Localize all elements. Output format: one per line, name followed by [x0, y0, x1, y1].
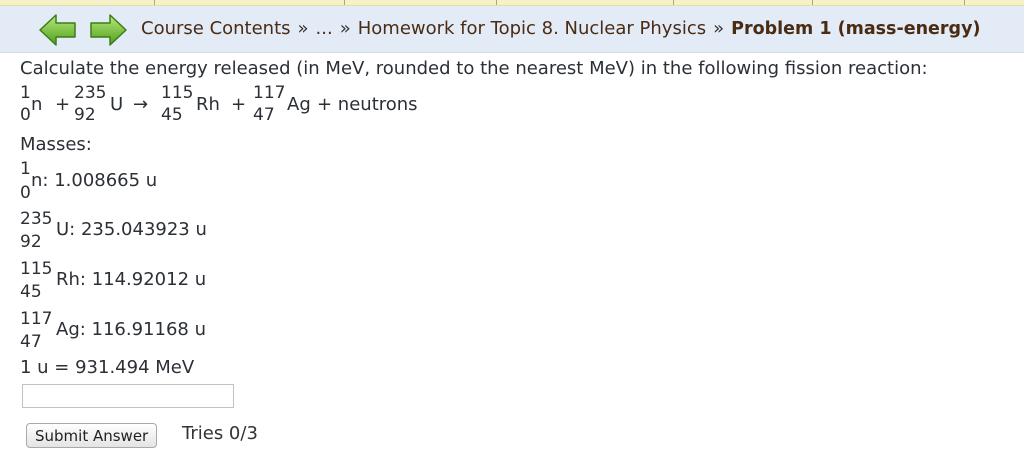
- breadcrumb-separator: »: [339, 18, 351, 39]
- reaction-u-mass: 235: [74, 83, 107, 103]
- back-arrow-icon[interactable]: [38, 13, 78, 47]
- mass-number: 235: [20, 209, 53, 229]
- reaction-arrow: →: [133, 94, 149, 115]
- breadcrumb-current-problem: Problem 1 (mass-energy): [731, 19, 981, 39]
- reaction-ag-atomic: 47: [253, 105, 275, 125]
- reaction-rh-atomic: 45: [161, 105, 183, 125]
- reaction-u-atomic: 92: [74, 105, 96, 125]
- breadcrumb-homework-topic[interactable]: Homework for Topic 8. Nuclear Physics: [358, 18, 706, 39]
- masses-label: Masses:: [20, 134, 92, 155]
- reaction-n-mass: 1: [20, 83, 31, 103]
- mass-value: n: 1.008665 u: [31, 170, 158, 191]
- reaction-rh-symbol: Rh: [196, 94, 220, 115]
- breadcrumb-separator: »: [297, 18, 309, 39]
- reaction-ag-mass: 117: [253, 83, 286, 103]
- reaction-ag-symbol: Ag: [287, 94, 311, 115]
- reaction-u-symbol: U: [110, 94, 124, 115]
- forward-arrow-icon[interactable]: [88, 13, 128, 47]
- mass-value: Rh: 114.92012 u: [56, 269, 207, 290]
- submit-answer-button[interactable]: Submit Answer: [26, 423, 158, 448]
- reaction-rh-mass: 115: [161, 83, 194, 103]
- tries-counter: Tries 0/3: [182, 423, 258, 444]
- mass-value: U: 235.043923 u: [56, 219, 207, 240]
- breadcrumb-separator: »: [713, 18, 725, 39]
- atomic-number: 92: [20, 232, 42, 252]
- mass-number: 115: [20, 259, 53, 279]
- breadcrumb-course-contents[interactable]: Course Contents: [141, 18, 291, 39]
- reaction-n-symbol: n: [31, 94, 43, 115]
- mass-value: Ag: 116.91168 u: [56, 319, 206, 340]
- navigation-bar: Course Contents »... » Homework for Topic 8…: [0, 6, 1024, 53]
- atomic-number: 47: [20, 332, 42, 352]
- atomic-number: 0: [20, 183, 31, 203]
- unit-conversion: 1 u = 931.494 MeV: [20, 357, 195, 378]
- reaction-plus: +: [55, 94, 71, 115]
- question-text: Calculate the energy released (in MeV, r…: [20, 58, 928, 79]
- mass-number: 1: [20, 159, 31, 179]
- answer-input[interactable]: [22, 384, 234, 408]
- reaction-tail: + neutrons: [317, 94, 418, 115]
- breadcrumb: Course Contents »... » Homework for Topic 8…: [141, 18, 981, 39]
- breadcrumb-ellipsis[interactable]: ...: [316, 18, 333, 39]
- reaction-n-atomic: 0: [20, 105, 31, 125]
- atomic-number: 45: [20, 282, 42, 302]
- mass-number: 117: [20, 309, 53, 329]
- reaction-plus: +: [231, 94, 247, 115]
